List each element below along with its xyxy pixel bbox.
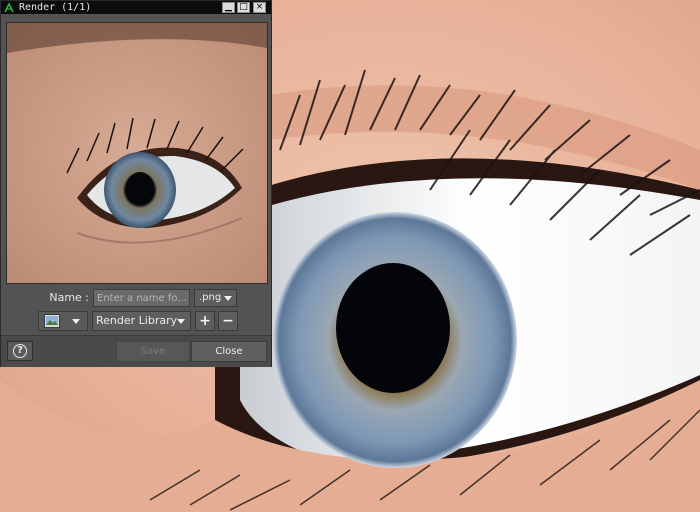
save-button[interactable]: Save: [116, 341, 190, 362]
chevron-down-icon: [72, 319, 80, 324]
destination-dropdown[interactable]: Render Library: [92, 311, 191, 331]
remove-button[interactable]: −: [218, 311, 238, 331]
footer-bar: ? Save Close: [1, 335, 271, 367]
maximize-button[interactable]: □: [237, 2, 250, 13]
close-button[interactable]: Close: [191, 341, 267, 362]
format-value: .png: [199, 292, 222, 303]
render-preview: [6, 22, 268, 284]
render-window[interactable]: Render (1/1) ▁ □ × Name: Enter a name f…: [0, 0, 272, 367]
chevron-down-icon: [177, 319, 185, 324]
chevron-down-icon: [224, 296, 232, 301]
window-title: Render (1/1): [19, 2, 92, 13]
format-dropdown[interactable]: .png: [194, 289, 237, 307]
minimize-button[interactable]: ▁: [222, 2, 235, 13]
name-label: Name :: [49, 291, 89, 304]
title-bar[interactable]: Render (1/1) ▁ □ ×: [1, 1, 271, 14]
render-preview-image: [7, 23, 267, 283]
image-icon: [44, 314, 60, 328]
daz-studio-icon: [4, 2, 14, 13]
add-button[interactable]: +: [195, 311, 215, 331]
help-icon: ?: [13, 344, 27, 358]
destination-value: Render Library: [96, 314, 178, 327]
help-button[interactable]: ?: [7, 341, 33, 361]
image-options-button[interactable]: [38, 311, 88, 331]
name-input[interactable]: [93, 289, 190, 307]
close-window-button[interactable]: ×: [253, 2, 266, 13]
